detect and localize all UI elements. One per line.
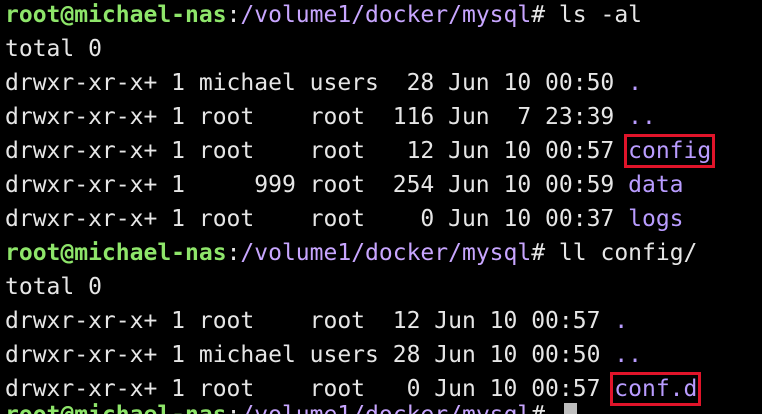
directory-name: . [628,70,642,96]
prompt-path: /volume1/docker/mysql [240,2,532,28]
command-text: ls -al [545,2,643,28]
listing-meta: drwxr-xr-x+ 1 root root 0 Jun 10 00:37 [5,206,629,232]
prompt-host: root@michael-nas [5,2,227,28]
prompt-path: /volume1/docker/mysql [240,240,532,266]
output-line: total 0 [5,270,762,304]
directory-name: data [628,172,684,198]
listing-row: drwxr-xr-x+ 1 root root 0 Jun 10 00:37 l… [5,202,762,236]
listing-meta: drwxr-xr-x+ 1 root root 12 Jun 10 00:57 [5,308,615,334]
prompt-line: root@michael-nas:/volume1/docker/mysql# … [5,0,762,32]
command-text: ll config/ [545,240,698,266]
listing-row: drwxr-xr-x+ 1 michael users 28 Jun 10 00… [5,338,762,372]
listing-row: drwxr-xr-x+ 1 root root 116 Jun 7 23:39 … [5,100,762,134]
prompt-symbol: # [531,240,546,266]
directory-name: .. [614,342,642,368]
prompt-symbol: # [531,2,546,28]
prompt-separator: : [226,2,241,28]
output-line: total 0 [5,32,762,66]
listing-meta: drwxr-xr-x+ 1 root root 12 Jun 10 00:57 [5,138,629,164]
directory-name-config-highlighted: config [624,134,716,168]
listing-row: drwxr-xr-x+ 1 999 root 254 Jun 10 00:59 … [5,168,762,202]
directory-name-confd-highlighted: conf.d [610,372,702,406]
prompt-symbol: # [531,402,545,414]
prompt-host: root@michael-nas [5,402,227,414]
listing-meta: drwxr-xr-x+ 1 michael users 28 Jun 10 00… [5,70,629,96]
prompt-path: /volume1/docker/mysql [240,402,531,414]
listing-row: drwxr-xr-x+ 1 root root 12 Jun 10 00:57 … [5,304,762,338]
output-total: total 0 [5,274,102,300]
listing-row: drwxr-xr-x+ 1 root root 12 Jun 10 00:57 … [5,134,762,168]
listing-meta: drwxr-xr-x+ 1 root root 116 Jun 7 23:39 [5,104,629,130]
listing-row: drwxr-xr-x+ 1 michael users 28 Jun 10 00… [5,66,762,100]
directory-name: logs [628,206,684,232]
listing-meta: drwxr-xr-x+ 1 michael users 28 Jun 10 00… [5,342,615,368]
prompt-separator: : [227,402,241,414]
prompt-line: root@michael-nas:/volume1/docker/mysql# … [5,236,762,270]
prompt-separator: : [226,240,241,266]
text-cursor [564,403,577,414]
directory-name: .. [628,104,656,130]
next-prompt-line-cut-off: root@michael-nas:/volume1/docker/mysql# [5,400,545,414]
terminal-window[interactable]: root@michael-nas:/volume1/docker/mysql# … [0,0,762,414]
prompt-host: root@michael-nas [5,240,227,266]
output-total: total 0 [5,36,102,62]
directory-name: . [614,308,629,334]
listing-meta: drwxr-xr-x+ 1 999 root 254 Jun 10 00:59 [5,172,629,198]
listing-meta: drwxr-xr-x+ 1 root root 0 Jun 10 00:57 [5,376,615,402]
